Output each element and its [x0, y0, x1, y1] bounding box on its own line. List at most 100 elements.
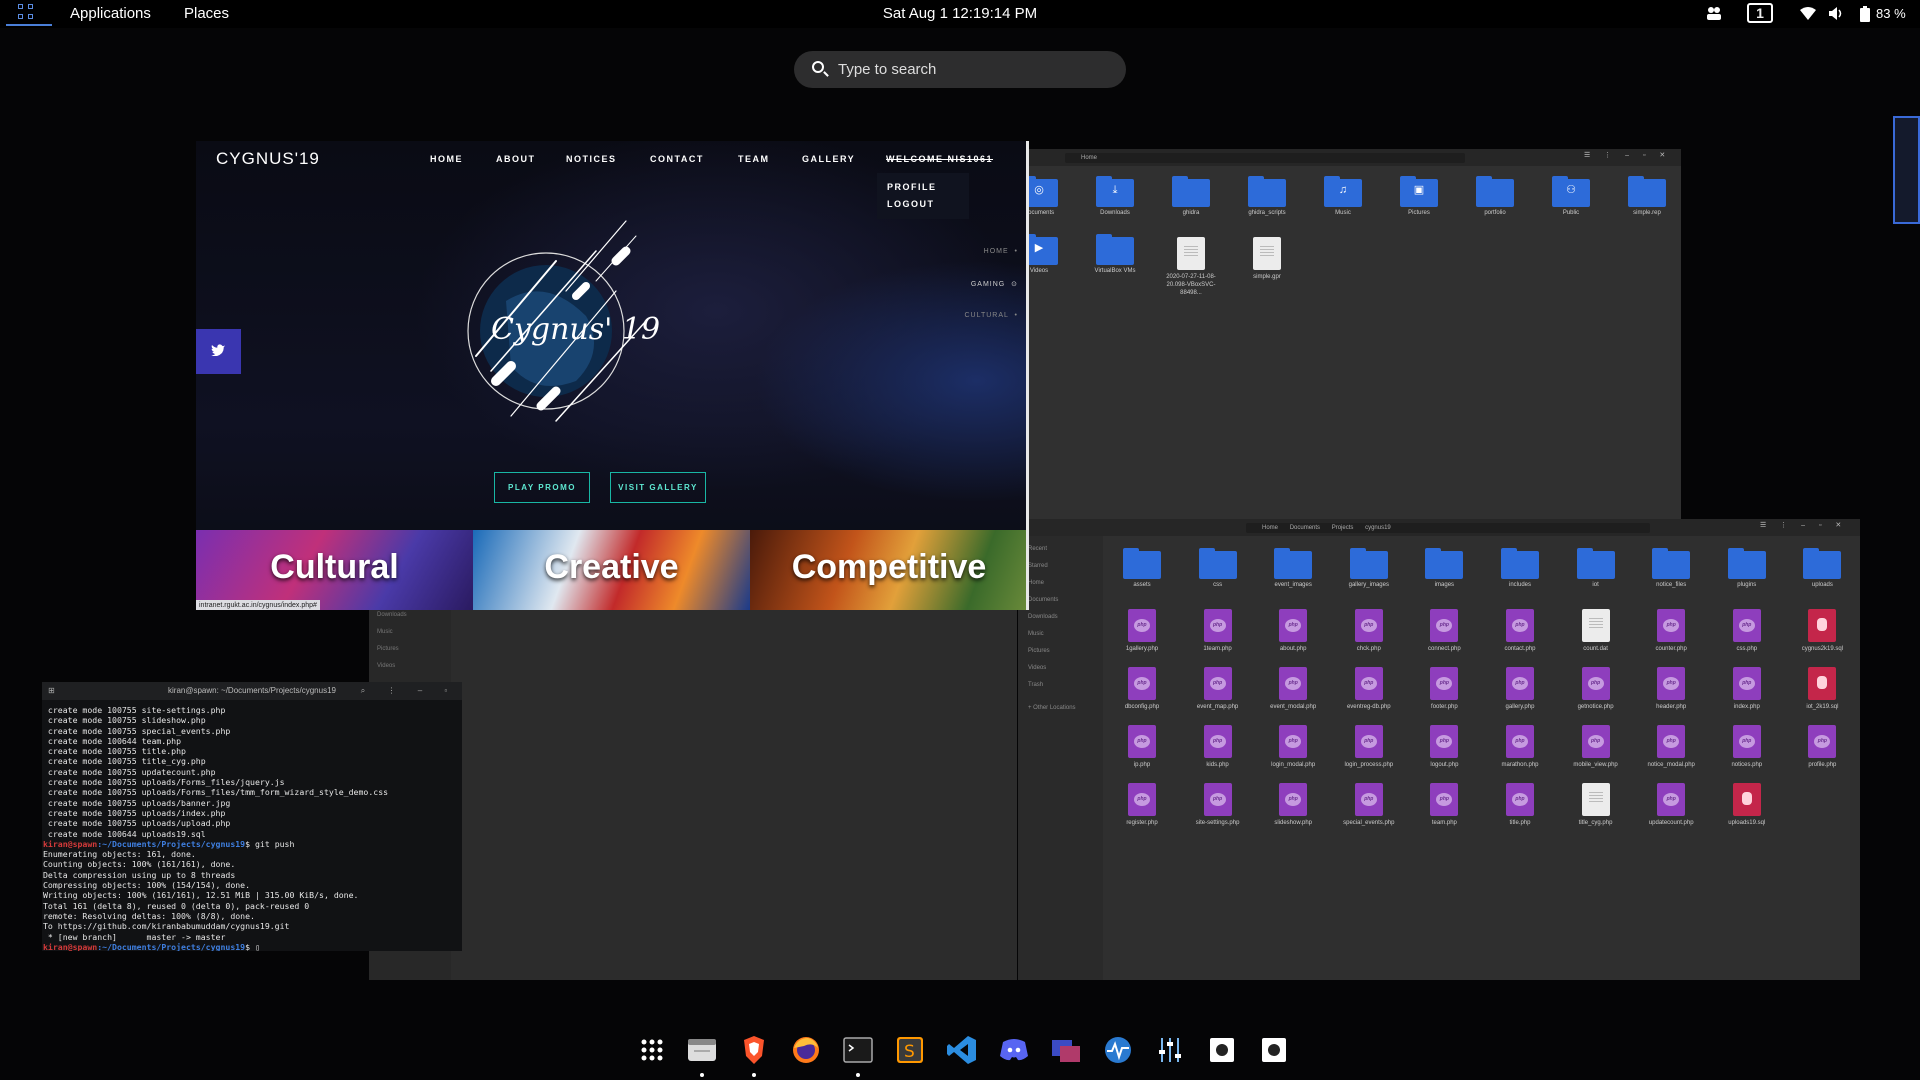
fm-file-item[interactable]: notices.php [1715, 725, 1779, 769]
fm-file-item[interactable]: uploads19.sql [1715, 783, 1779, 827]
fm-file-item[interactable]: count.dat [1564, 609, 1628, 653]
terminal-output[interactable]: create mode 100755 site-settings.php cre… [42, 700, 462, 951]
nav-gallery[interactable]: GALLERY [802, 154, 855, 164]
vscode-icon[interactable] [946, 1034, 978, 1066]
fm-file-item[interactable]: event_modal.php [1261, 667, 1325, 711]
side-nav-cultural[interactable]: CULTURAL • [964, 312, 1018, 319]
fm-folder-item[interactable]: includes [1488, 548, 1552, 589]
firefox-icon[interactable] [790, 1034, 822, 1066]
remote-desktop-icon[interactable] [1050, 1034, 1082, 1066]
fm-home-window-controls[interactable]: ☰ ⋮ – ▫ ✕ [1584, 151, 1671, 159]
fm-file-item[interactable]: title.php [1488, 783, 1552, 827]
workspace-thumbnail[interactable] [1893, 116, 1920, 224]
brave-icon[interactable] [738, 1034, 770, 1066]
fm-sidebar-item[interactable]: Pictures [1028, 648, 1050, 654]
crumb-projects[interactable]: Projects [1332, 525, 1354, 531]
clock[interactable]: Sat Aug 1 12:19:14 PM [0, 5, 1920, 22]
crumb-documents[interactable]: Documents [1290, 525, 1320, 531]
terminal-icon[interactable] [842, 1034, 874, 1066]
fm-file-item[interactable]: logout.php [1412, 725, 1476, 769]
fm-folder-item[interactable]: plugins [1715, 548, 1779, 589]
fm-file-item[interactable]: counter.php [1639, 609, 1703, 653]
fm-home-item[interactable]: portfolio [1463, 176, 1527, 217]
fm-file-item[interactable]: connect.php [1412, 609, 1476, 653]
fm-file-item[interactable]: iot_2k19.sql [1790, 667, 1854, 711]
fm-sidebar-item[interactable]: Home [1028, 580, 1044, 586]
fm-file-item[interactable]: login_modal.php [1261, 725, 1325, 769]
fm-folder-item[interactable]: gallery_images [1337, 548, 1401, 589]
fm-home-item[interactable]: VirtualBox VMs [1083, 234, 1147, 275]
fm-file-item[interactable]: kids.php [1186, 725, 1250, 769]
fm-folder-item[interactable]: iot [1564, 548, 1628, 589]
fm-file-item[interactable]: eventreg-db.php [1337, 667, 1401, 711]
fm-folder-item[interactable]: css [1186, 548, 1250, 589]
fm-file-item[interactable]: gallery.php [1488, 667, 1552, 711]
files-icon[interactable] [686, 1034, 718, 1066]
fm-file-item[interactable]: mobile_view.php [1564, 725, 1628, 769]
category-creative[interactable]: Creative [473, 530, 750, 610]
fm-home-item[interactable]: ⤓ Downloads [1083, 176, 1147, 217]
new-tab-icon[interactable]: ⊞ [48, 682, 55, 700]
fm-file-item[interactable]: login_process.php [1337, 725, 1401, 769]
fm-file-item[interactable]: contact.php [1488, 609, 1552, 653]
fm-file-item[interactable]: 1team.php [1186, 609, 1250, 653]
back-sidebar-pictures[interactable]: Pictures [377, 646, 399, 652]
nav-contact[interactable]: CONTACT [650, 154, 704, 164]
nav-team[interactable]: TEAM [738, 154, 770, 164]
fm-home-item[interactable]: ♫ Music [1311, 176, 1375, 217]
category-cultural[interactable]: Cultural [196, 530, 473, 610]
fm-file-item[interactable]: notice_modal.php [1639, 725, 1703, 769]
visit-gallery-button[interactable]: VISIT GALLERY [610, 472, 706, 503]
back-sidebar-downloads[interactable]: Downloads [377, 612, 407, 618]
fm-file-item[interactable]: ip.php [1110, 725, 1174, 769]
discord-icon[interactable] [998, 1034, 1030, 1066]
volume-icon[interactable] [1828, 6, 1844, 21]
fm-home-item[interactable]: ⚇ Public [1539, 176, 1603, 217]
fm-file-item[interactable]: marathon.php [1488, 725, 1552, 769]
workspace-indicator[interactable]: 1 [1747, 3, 1773, 23]
screenshot-2-icon[interactable] [1258, 1034, 1290, 1066]
file-manager-back-window[interactable]: Downloads Music Pictures Videos [369, 599, 1017, 980]
search-bar[interactable] [794, 51, 1126, 88]
fm-sidebar-item[interactable]: Downloads [1028, 614, 1058, 620]
fm-file-item[interactable]: title_cyg.php [1564, 783, 1628, 827]
site-logo[interactable]: CYGNUS'19 [216, 149, 320, 169]
fm-home-item[interactable]: ghidra [1159, 176, 1223, 217]
wifi-icon[interactable] [1800, 7, 1816, 20]
screenshot-icon[interactable] [1206, 1034, 1238, 1066]
nav-about[interactable]: ABOUT [496, 154, 536, 164]
fm-file-item[interactable]: team.php [1412, 783, 1476, 827]
side-nav-home[interactable]: HOME • [984, 248, 1018, 255]
fm-home-item[interactable]: ▶ Videos [1029, 234, 1071, 275]
fm-file-item[interactable]: special_events.php [1337, 783, 1401, 827]
nav-home[interactable]: HOME [430, 154, 463, 164]
sublime-text-icon[interactable]: S [894, 1034, 926, 1066]
fm-project-window-controls[interactable]: ☰ ⋮ – ▫ ✕ [1760, 521, 1847, 529]
category-competitive[interactable]: Competitive [750, 530, 1028, 610]
file-manager-project-window[interactable]: Home Documents Projects cygnus19 ☰ ⋮ – ▫… [1018, 519, 1860, 980]
fm-sidebar-item[interactable]: Videos [1028, 665, 1046, 671]
fm-file-item[interactable]: event_map.php [1186, 667, 1250, 711]
fm-file-item[interactable]: register.php [1110, 783, 1174, 827]
nav-welcome-user[interactable]: WELCOME NIS1061 [886, 154, 993, 164]
browser-window[interactable]: CYGNUS'19 HOME ABOUT NOTICES CONTACT TEA… [196, 141, 1028, 610]
fm-file-item[interactable]: chck.php [1337, 609, 1401, 653]
twitter-button[interactable] [196, 329, 241, 374]
fm-sidebar-item[interactable]: Documents [1028, 597, 1058, 603]
back-sidebar-videos[interactable]: Videos [377, 663, 395, 669]
fm-file-item[interactable]: updatecount.php [1639, 783, 1703, 827]
crumb-home[interactable]: Home [1250, 525, 1278, 531]
crumb-cygnus19[interactable]: cygnus19 [1365, 525, 1391, 531]
fm-sidebar-item[interactable]: Trash [1028, 682, 1043, 688]
fm-home-item[interactable]: simple.gpr [1235, 237, 1299, 281]
fm-folder-item[interactable]: event_images [1261, 548, 1325, 589]
fm-folder-item[interactable]: notice_files [1639, 548, 1703, 589]
fm-project-breadcrumb[interactable]: Home Documents Projects cygnus19 [1246, 523, 1650, 533]
fm-file-item[interactable]: index.php [1715, 667, 1779, 711]
fm-sidebar-item[interactable]: Starred [1028, 563, 1048, 569]
fm-file-item[interactable]: site-settings.php [1186, 783, 1250, 827]
fm-sidebar-item[interactable]: + Other Locations [1028, 705, 1076, 711]
logout-link[interactable]: LOGOUT [887, 199, 935, 209]
fm-sidebar-item[interactable]: Music [1028, 631, 1044, 637]
fm-file-item[interactable]: getnotice.php [1564, 667, 1628, 711]
